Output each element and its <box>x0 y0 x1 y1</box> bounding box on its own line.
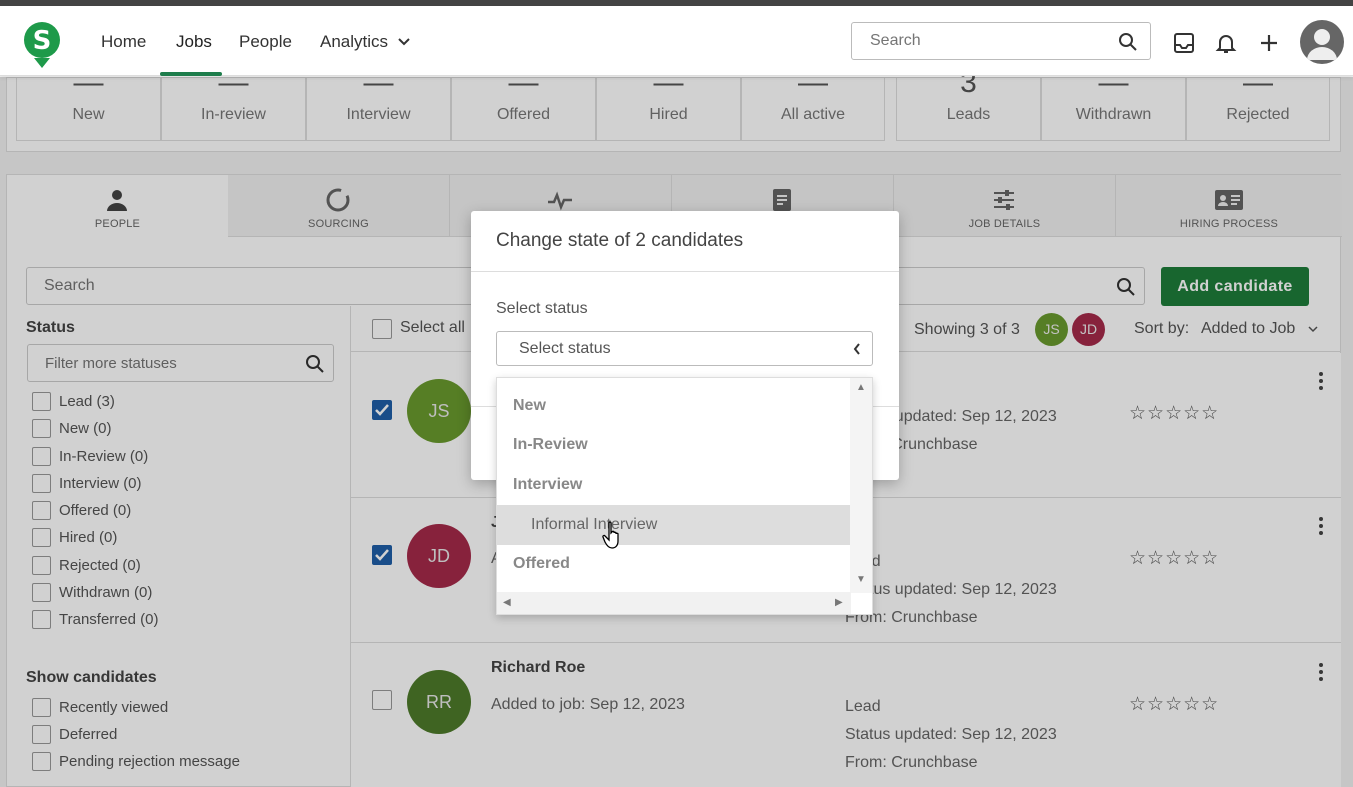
logo-icon[interactable]: S <box>22 20 62 70</box>
nav-jobs[interactable]: Jobs <box>176 32 212 52</box>
select-status-label: Select status <box>496 300 588 317</box>
modal-title: Change state of 2 candidates <box>496 230 744 251</box>
top-navbar: S Home Jobs People Analytics <box>0 6 1353 76</box>
top-search-box[interactable] <box>851 22 1151 60</box>
plus-icon[interactable] <box>1258 32 1280 54</box>
nav-home[interactable]: Home <box>101 32 146 52</box>
status-select-value: Select status <box>519 340 611 357</box>
status-option[interactable]: Offered <box>497 544 851 584</box>
status-option-hovered[interactable]: Informal Interview <box>497 505 851 545</box>
nav-analytics-label: Analytics <box>320 32 389 51</box>
horizontal-scrollbar[interactable]: ◀ ▶ <box>497 592 851 614</box>
user-silhouette-icon <box>1307 29 1337 60</box>
scroll-down-icon[interactable]: ▼ <box>856 574 866 585</box>
active-nav-indicator <box>160 72 222 76</box>
chevron-down-icon <box>398 38 410 46</box>
scroll-right-icon[interactable]: ▶ <box>835 597 843 608</box>
scroll-left-icon[interactable]: ◀ <box>503 597 511 608</box>
user-avatar[interactable] <box>1300 20 1344 64</box>
vertical-scrollbar[interactable]: ▲ ▼ <box>850 378 872 593</box>
svg-text:S: S <box>33 26 52 56</box>
top-search-input[interactable] <box>852 23 1102 59</box>
status-option[interactable]: New <box>497 386 851 426</box>
hand-cursor-icon <box>602 521 619 549</box>
bell-icon[interactable] <box>1215 32 1237 54</box>
status-option[interactable]: Interview <box>497 465 851 505</box>
nav-people[interactable]: People <box>239 32 292 52</box>
inbox-icon[interactable] <box>1173 32 1195 54</box>
nav-analytics[interactable]: Analytics <box>320 32 411 52</box>
status-dropdown-list[interactable]: New In-Review Interview Informal Intervi… <box>496 377 873 615</box>
status-option[interactable]: In-Review <box>497 425 851 465</box>
search-icon[interactable] <box>1118 32 1138 52</box>
scroll-up-icon[interactable]: ▲ <box>856 382 866 393</box>
status-select[interactable]: Select status <box>496 331 873 366</box>
chevron-left-icon <box>853 343 860 355</box>
modal-divider <box>471 271 899 272</box>
